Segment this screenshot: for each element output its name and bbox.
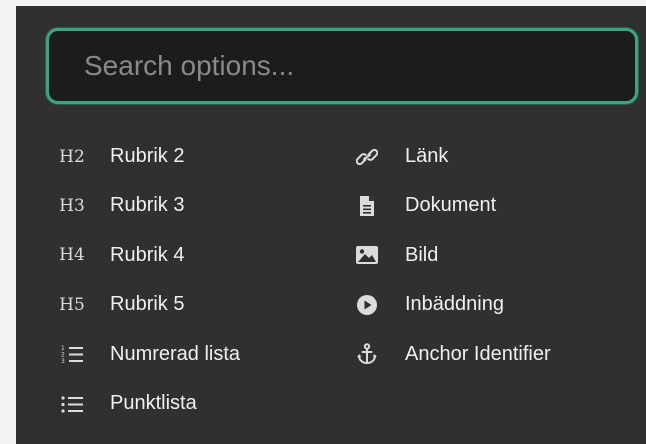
- option-label: Dokument: [405, 194, 497, 217]
- option-label: Länk: [405, 145, 449, 167]
- option-image[interactable]: Bild: [349, 231, 619, 280]
- option-embed[interactable]: Inbäddning: [349, 280, 619, 329]
- svg-text:3: 3: [61, 358, 65, 364]
- insert-options-panel: H2 Rubrik 2 H3 Rubrik 3 H4 Rubrik 4 H5 R…: [16, 6, 646, 444]
- option-label: Punktlista: [110, 391, 197, 414]
- heading-5-icon: H5: [59, 294, 85, 315]
- options-column-left: H2 Rubrik 2 H3 Rubrik 3 H4 Rubrik 4 H5 R…: [54, 132, 324, 428]
- option-heading-5[interactable]: H5 Rubrik 5: [54, 280, 324, 329]
- options-column-right: Länk Dokument Bild Inbäddning Anchor Ide…: [349, 132, 619, 379]
- option-label: Bild: [405, 243, 439, 266]
- heading-3-icon: H3: [59, 196, 85, 217]
- option-label: Anchor Identifier: [405, 342, 551, 365]
- heading-4-icon: H4: [59, 245, 85, 266]
- option-label: Rubrik 3: [110, 194, 185, 217]
- option-label: Numrerad lista: [110, 342, 241, 365]
- option-numbered-list[interactable]: 1 2 3 Numrerad lista: [54, 330, 324, 379]
- play-icon: [349, 280, 385, 329]
- option-label: Rubrik 5: [110, 293, 185, 316]
- option-label: Rubrik 4: [110, 243, 185, 266]
- option-bullet-list[interactable]: Punktlista: [54, 379, 324, 428]
- option-heading-4[interactable]: H4 Rubrik 4: [54, 231, 324, 280]
- link-icon: [349, 132, 385, 181]
- option-label: Inbäddning: [405, 293, 504, 316]
- option-anchor[interactable]: Anchor Identifier: [349, 330, 619, 379]
- document-icon: [349, 181, 385, 230]
- numbered-list-icon: 1 2 3: [54, 330, 90, 379]
- anchor-icon: [349, 330, 385, 379]
- option-document[interactable]: Dokument: [349, 181, 619, 230]
- search-input[interactable]: [49, 31, 635, 101]
- bullet-list-icon: [54, 379, 90, 428]
- heading-2-icon: H2: [59, 146, 85, 167]
- option-heading-2[interactable]: H2 Rubrik 2: [54, 132, 324, 181]
- option-heading-3[interactable]: H3 Rubrik 3: [54, 181, 324, 230]
- option-label: Rubrik 2: [110, 145, 185, 167]
- option-link[interactable]: Länk: [349, 132, 619, 181]
- image-icon: [349, 231, 385, 280]
- search-box[interactable]: [46, 28, 638, 104]
